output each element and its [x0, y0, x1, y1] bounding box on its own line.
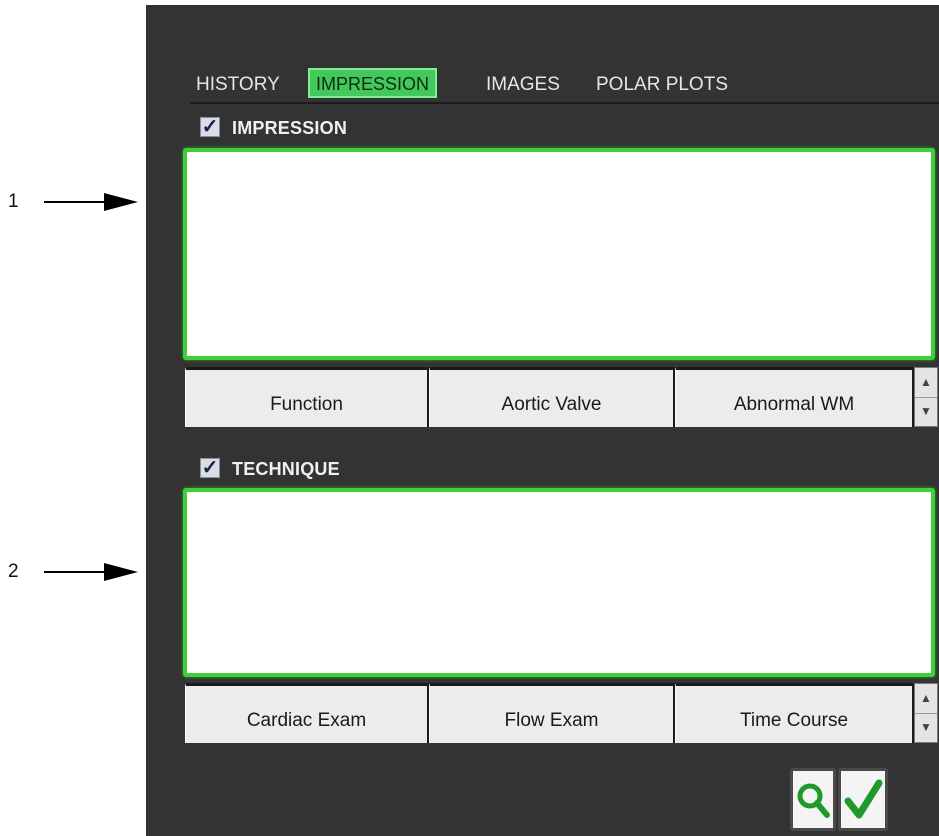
time-course-button[interactable]: Time Course [675, 683, 914, 743]
magnifier-icon [797, 783, 830, 818]
tab-impression[interactable]: IMPRESSION [308, 68, 438, 98]
technique-label: TECHNIQUE [232, 459, 340, 479]
tab-history[interactable]: HISTORY [190, 71, 286, 99]
arrow-up-icon[interactable]: ▲ [915, 368, 937, 398]
report-panel: HISTORY IMPRESSION IMAGES POLAR PLOTS ✓ … [146, 5, 939, 836]
accept-button[interactable] [838, 768, 888, 831]
arrow-line [44, 571, 106, 573]
impression-scroll-spinner[interactable]: ▲ ▼ [914, 367, 938, 427]
arrow-down-icon[interactable]: ▼ [915, 713, 937, 742]
tab-images[interactable]: IMAGES [480, 71, 566, 99]
arrow-right-icon [104, 563, 138, 581]
aortic-valve-button[interactable]: Aortic Valve [429, 367, 675, 427]
abnormal-wm-button[interactable]: Abnormal WM [675, 367, 914, 427]
tab-bar: HISTORY IMPRESSION IMAGES POLAR PLOTS [190, 66, 939, 104]
technique-scroll-spinner[interactable]: ▲ ▼ [914, 683, 938, 743]
callout-2: 2 [0, 560, 146, 584]
technique-quick-buttons: Cardiac Exam Flow Exam Time Course ▲ ▼ [185, 683, 938, 743]
arrow-line [44, 201, 106, 203]
impression-label: IMPRESSION [232, 118, 348, 138]
checkmark-icon [844, 779, 883, 819]
callout-number: 1 [8, 191, 19, 212]
callout-number: 2 [8, 561, 19, 582]
arrow-down-icon[interactable]: ▼ [915, 397, 937, 426]
cardiac-exam-button[interactable]: Cardiac Exam [185, 683, 429, 743]
arrow-up-icon[interactable]: ▲ [915, 684, 937, 714]
tab-polar-plots[interactable]: POLAR PLOTS [590, 71, 734, 99]
arrow-right-icon [104, 193, 138, 211]
search-button[interactable] [790, 768, 836, 831]
impression-quick-buttons: Function Aortic Valve Abnormal WM ▲ ▼ [185, 367, 938, 427]
checkbox-checked-icon[interactable]: ✓ [200, 458, 220, 478]
callout-1: 1 [0, 190, 146, 214]
checkbox-checked-icon[interactable]: ✓ [200, 117, 220, 137]
impression-text-field[interactable] [183, 148, 935, 360]
flow-exam-button[interactable]: Flow Exam [429, 683, 675, 743]
technique-text-field[interactable] [183, 488, 935, 677]
function-button[interactable]: Function [185, 367, 429, 427]
